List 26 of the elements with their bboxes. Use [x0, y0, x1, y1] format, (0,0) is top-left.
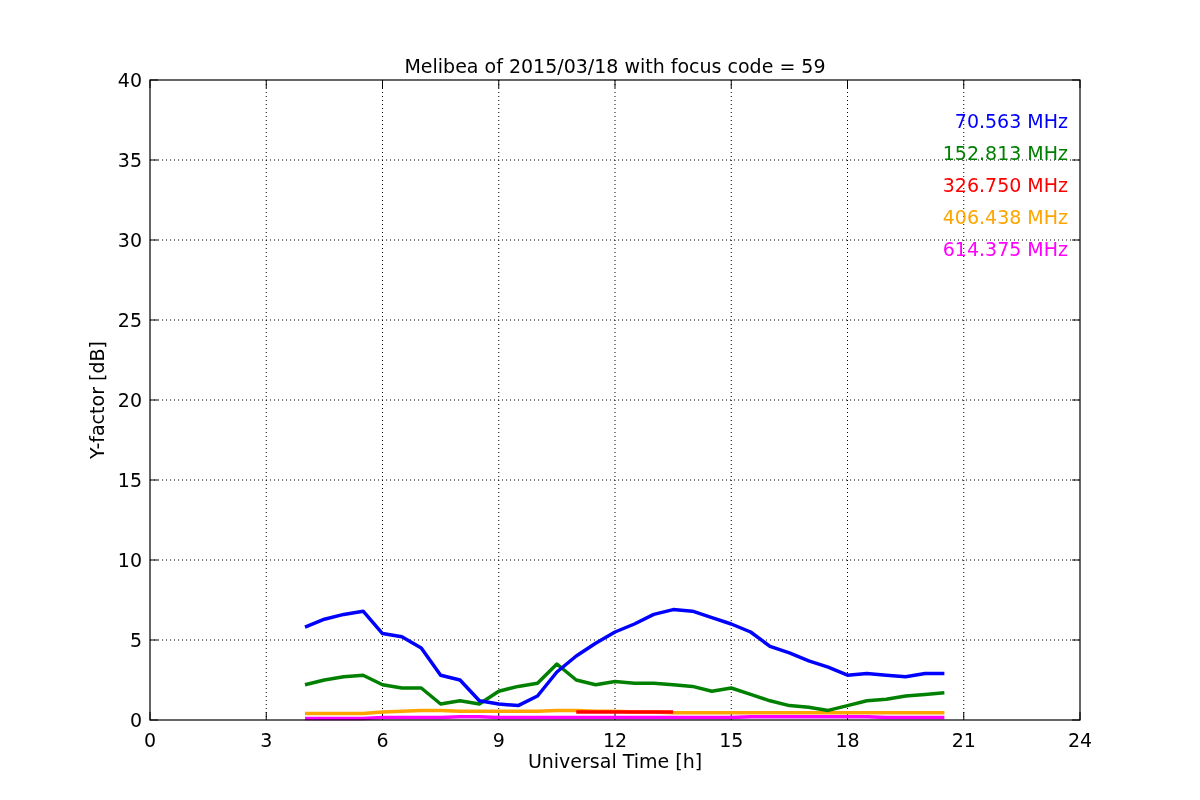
- legend-label: 326.750 MHz: [942, 174, 1068, 196]
- x-tick-label: 15: [719, 729, 744, 751]
- x-tick-label: 3: [260, 729, 273, 751]
- y-tick-label: 20: [117, 389, 142, 411]
- legend-label: 406.438 MHz: [942, 206, 1068, 228]
- y-tick-label: 0: [129, 709, 142, 731]
- y-tick-label: 10: [117, 549, 142, 571]
- x-tick-label: 9: [492, 729, 505, 751]
- y-axis-label: Y-factor [dB]: [86, 341, 108, 459]
- x-tick-label: 12: [602, 729, 628, 751]
- x-tick-label: 18: [835, 729, 860, 751]
- chart-title: Melibea of 2015/03/18 with focus code = 59: [404, 55, 826, 77]
- y-tick-label: 25: [117, 309, 142, 331]
- legend-label: 614.375 MHz: [942, 238, 1068, 260]
- y-tick-label: 30: [117, 229, 142, 251]
- y-tick-label: 40: [117, 69, 142, 91]
- y-tick-label: 5: [129, 629, 142, 651]
- x-tick-label: 0: [143, 729, 157, 751]
- y-tick-label: 35: [117, 149, 142, 171]
- x-tick-label: 6: [376, 729, 389, 751]
- legend-label: 70.563 MHz: [954, 110, 1068, 132]
- x-tick-label: 21: [951, 729, 976, 751]
- x-axis-label: Universal Time [h]: [527, 750, 703, 772]
- legend-label: 152.813 MHz: [942, 142, 1068, 164]
- y-tick-label: 15: [117, 469, 142, 491]
- x-tick-label: 24: [1067, 729, 1093, 751]
